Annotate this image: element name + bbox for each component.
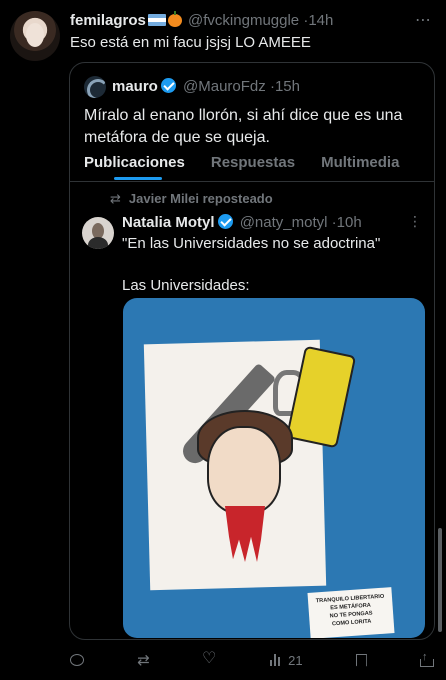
- tweet-time[interactable]: 14h: [308, 12, 333, 29]
- tab-multimedia[interactable]: Multimedia: [321, 153, 399, 179]
- inner-post-text-line1: "En las Universidades no se adoctrina": [122, 235, 381, 252]
- post-image[interactable]: TRANQUILO LIBERTARIO ES METÁFORA NO TE P…: [123, 298, 425, 638]
- bookmark-button[interactable]: [355, 650, 367, 670]
- verified-badge-icon: [217, 214, 233, 229]
- quoted-author-avatar[interactable]: [84, 76, 106, 98]
- inner-post-text-line2: Las Universidades:: [122, 277, 250, 294]
- quoted-tweet-time[interactable]: 15h: [275, 78, 300, 95]
- quoted-author-name[interactable]: mauro: [112, 78, 158, 95]
- author-handle[interactable]: @fvckingmuggle: [188, 12, 299, 29]
- author-name[interactable]: femilagros: [70, 12, 146, 29]
- argentina-flag-icon: [147, 14, 166, 26]
- bookmark-icon: [355, 653, 367, 667]
- tweet[interactable]: femilagros @fvckingmuggle ·14h ⋯ Eso est…: [0, 0, 446, 680]
- views-count: 21: [288, 652, 303, 668]
- repost-context: ⇄ Javier Milei reposteado: [110, 191, 273, 207]
- inner-post-header: Natalia Motyl @naty_motyl ·10h: [122, 213, 362, 233]
- drawing-face: [207, 426, 281, 514]
- like-button[interactable]: [202, 650, 217, 670]
- reply-icon: [70, 654, 84, 666]
- tab-respuestas[interactable]: Respuestas: [211, 153, 295, 179]
- inner-author-handle[interactable]: @naty_motyl: [240, 214, 328, 231]
- tweet-text: Eso está en mi facu jsjsj LO AMEEE: [70, 34, 311, 51]
- tweet-header: femilagros @fvckingmuggle ·14h: [70, 11, 430, 31]
- tabs-divider: [70, 181, 434, 182]
- views-button[interactable]: 21: [270, 650, 303, 670]
- scrollbar[interactable]: [438, 528, 442, 632]
- share-button[interactable]: [419, 650, 434, 670]
- repost-button[interactable]: ⇄: [137, 650, 150, 670]
- repost-icon: ⇄: [110, 191, 121, 206]
- poster-note: TRANQUILO LIBERTARIO ES METÁFORA NO TE P…: [307, 587, 395, 638]
- share-icon: [419, 650, 434, 667]
- repost-icon: ⇄: [137, 651, 150, 669]
- quoted-tweet-text: Míralo al enano llorón, si ahí dice que …: [84, 107, 403, 146]
- verified-badge-icon: [160, 78, 176, 93]
- reply-button[interactable]: [70, 650, 84, 670]
- quoted-tweet-header: mauro @MauroFdz ·15h: [112, 77, 300, 97]
- quoted-tweet[interactable]: mauro @MauroFdz ·15h Míralo al enano llo…: [69, 62, 435, 640]
- avatar-body: [88, 237, 108, 249]
- author-avatar[interactable]: [10, 11, 60, 61]
- inner-author-name[interactable]: Natalia Motyl: [122, 214, 215, 231]
- repost-context-label[interactable]: Javier Milei reposteado: [129, 191, 273, 206]
- more-icon[interactable]: ⋯: [415, 10, 432, 30]
- inner-author-avatar[interactable]: [82, 217, 114, 249]
- avatar-face: [26, 23, 44, 47]
- profile-tabs: Publicaciones Respuestas Multimedia: [84, 153, 434, 180]
- pumpkin-icon: [167, 11, 182, 27]
- quoted-author-handle[interactable]: @MauroFdz: [183, 78, 266, 95]
- like-icon: [202, 651, 217, 666]
- action-bar: ⇄ 21: [70, 650, 434, 670]
- tab-publicaciones[interactable]: Publicaciones: [84, 153, 185, 180]
- more-icon[interactable]: ⋮: [408, 213, 422, 230]
- views-icon: [270, 654, 284, 666]
- inner-post-time[interactable]: 10h: [337, 214, 362, 231]
